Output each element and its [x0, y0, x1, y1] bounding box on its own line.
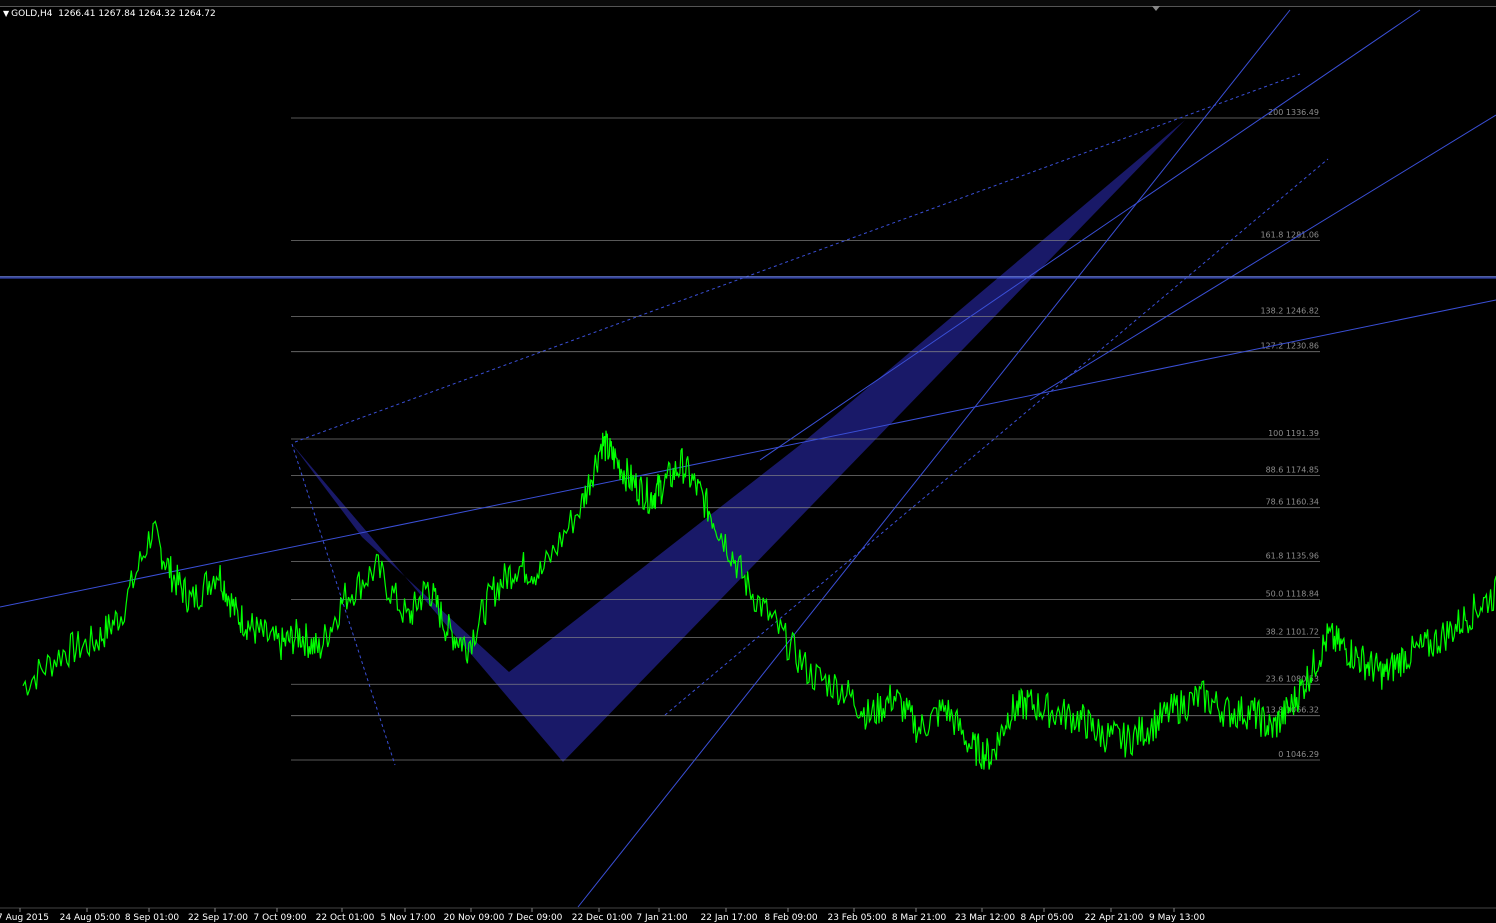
x-tick-label: 7 Aug 2015 — [0, 913, 49, 923]
x-tick-label: 24 Aug 05:00 — [60, 913, 121, 923]
trendlines — [0, 9, 1496, 908]
price-chart[interactable]: 200 1336.49161.8 1281.06138.2 1246.82127… — [0, 0, 1496, 923]
fib-label: 50.0 1118.84 — [1266, 590, 1319, 599]
fib-label: 88.6 1174.85 — [1266, 466, 1319, 475]
dashed-trendline — [664, 158, 1329, 716]
x-axis: 7 Aug 2015 24 Aug 05:00 8 Sep 01:00 22 Sep … — [0, 907, 1496, 923]
fib-label: 61.8 1135.96 — [1266, 552, 1319, 561]
x-tick-label: 8 Apr 05:00 — [1021, 913, 1074, 923]
x-tick-label: 23 Feb 05:00 — [827, 913, 886, 923]
pattern-triangle — [292, 120, 1185, 762]
x-tick-label: 7 Dec 09:00 — [508, 913, 563, 923]
fib-label: 161.8 1281.06 — [1260, 231, 1319, 240]
x-tick-label: 8 Feb 09:00 — [764, 913, 818, 923]
fib-label: 0 1046.29 — [1278, 750, 1319, 759]
fib-label: 200 1336.49 — [1268, 108, 1319, 117]
x-tick-label: 23 Mar 12:00 — [955, 913, 1015, 923]
trendline — [577, 9, 1291, 908]
x-tick-label: 22 Jan 17:00 — [701, 913, 758, 923]
x-tick-label: 8 Mar 21:00 — [892, 913, 947, 923]
x-tick-label: 9 May 13:00 — [1149, 913, 1205, 923]
x-tick-label: 22 Sep 17:00 — [188, 913, 248, 923]
fib-label: 38.2 1101.72 — [1266, 627, 1319, 636]
fib-label: 100 1191.39 — [1268, 429, 1319, 438]
x-tick-label: 7 Jan 21:00 — [636, 913, 688, 923]
x-tick-label: 22 Oct 01:00 — [316, 913, 375, 923]
fib-label: 78.6 1160.34 — [1266, 498, 1319, 507]
dashed-trendline — [294, 73, 1301, 443]
x-tick-label: 5 Nov 17:00 — [381, 913, 436, 923]
x-tick-label: 22 Apr 21:00 — [1085, 913, 1144, 923]
harmonic-pattern — [292, 120, 1185, 762]
x-tick-label: 8 Sep 01:00 — [125, 913, 180, 923]
fib-label: 138.2 1246.82 — [1260, 306, 1319, 315]
trendline — [1029, 114, 1496, 401]
x-tick-label: 7 Oct 09:00 — [254, 913, 307, 923]
x-tick-label: 22 Dec 01:00 — [572, 913, 633, 923]
dashed-trendline — [291, 443, 396, 766]
x-tick-label: 20 Nov 09:00 — [444, 913, 505, 923]
